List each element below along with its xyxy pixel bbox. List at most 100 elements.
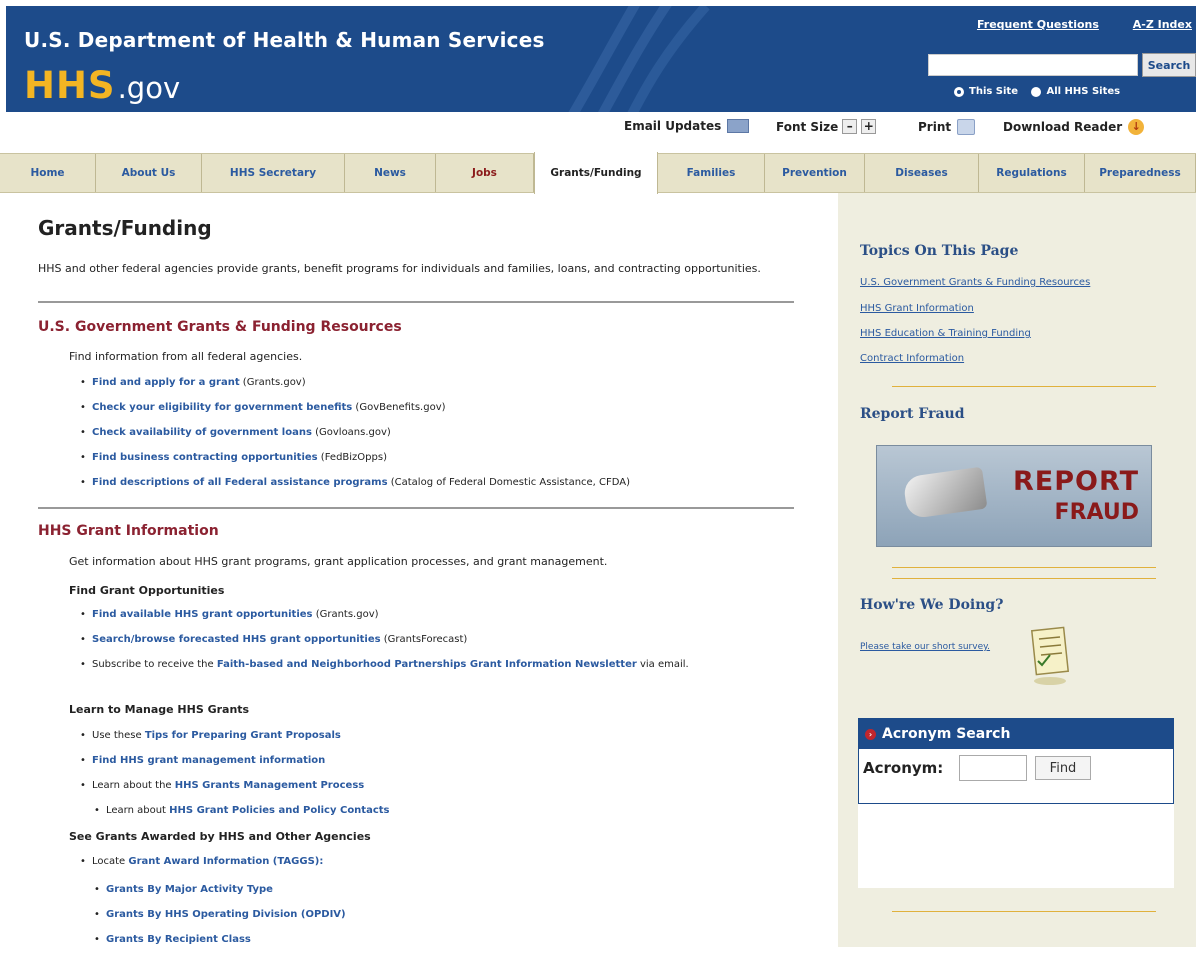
subheading-find-opportunities: Find Grant Opportunities [69,584,225,597]
list-link[interactable]: HHS Grants Management Process [175,780,364,791]
tab-families[interactable]: Families [658,154,765,192]
list-link[interactable]: Tips for Preparing Grant Proposals [145,730,341,741]
tab-regulations[interactable]: Regulations [979,154,1085,192]
logo-main: HHS [24,64,116,107]
print-link[interactable]: Print [918,119,976,135]
list-link[interactable]: Grants By Major Activity Type [106,884,273,895]
utility-bar: Email Updates Font Size – + Print Download… [0,119,1196,139]
list-link[interactable]: Find and apply for a grant [92,377,240,388]
site-header: U.S. Department of Health & Human Servic… [6,6,1196,112]
survey-checklist-icon[interactable] [1026,625,1076,687]
hhs-eagle-logo [568,6,710,112]
fraud-line2: FRAUD [1054,500,1139,525]
topic-link-hhs-grant-info[interactable]: HHS Grant Information [860,303,974,314]
printer-icon [957,119,976,135]
fraud-line1: REPORT [1013,466,1139,497]
list-link[interactable]: Check availability of government loans [92,427,312,438]
divider [892,911,1156,912]
list-item: Subscribe to receive the Faith-based and… [80,658,772,672]
acronym-search-widget: › Acronym Search Acronym: Find [858,718,1174,804]
print-label: Print [918,120,952,134]
search-scope: This Site All HHS Sites [954,86,1130,100]
list-item: Find descriptions of all Federal assista… [80,476,630,490]
list-link[interactable]: Grants By HHS Operating Division (OPDIV) [106,909,346,920]
topic-link-education-funding[interactable]: HHS Education & Training Funding [860,328,1031,339]
font-increase-button[interactable]: + [861,119,877,134]
font-size-label: Font Size [776,119,839,134]
font-size-control: Font Size – + [776,119,877,134]
list-link[interactable]: Find business contracting opportunities [92,452,318,463]
arrow-bullet-icon: › [865,728,876,740]
report-fraud-banner[interactable]: REPORT FRAUD [876,445,1152,547]
list-item: Search/browse forecasted HHS grant oppor… [80,633,772,647]
acronym-input[interactable] [959,755,1027,781]
list-item: Check your eligibility for government be… [80,401,630,415]
topic-link-us-grants[interactable]: U.S. Government Grants & Funding Resourc… [860,277,1090,288]
acronym-search-title: Acronym Search [882,726,1011,742]
list-link[interactable]: Search/browse forecasted HHS grant oppor… [92,634,381,645]
hhs-gov-logo[interactable]: HHS.gov [24,64,180,107]
list-item: Find HHS grant management information [80,754,364,768]
download-reader-link[interactable]: Download Reader ↓ [1003,119,1145,135]
list-item: Use these Tips for Preparing Grant Propo… [80,729,364,743]
survey-link[interactable]: Please take our short survey. [860,642,990,652]
tab-prevention[interactable]: Prevention [765,154,865,192]
email-updates-label: Email Updates [624,119,722,133]
tab-grants-funding[interactable]: Grants/Funding [534,152,658,194]
download-arrow-icon: ↓ [1128,119,1145,135]
page-title: Grants/Funding [38,216,212,240]
list-item: Learn about HHS Grant Policies and Polic… [94,804,390,818]
how-were-doing-heading: How're We Doing? [860,597,1004,613]
site-search-input[interactable] [928,54,1138,76]
search-button[interactable]: Search [1142,53,1196,77]
tab-preparedness[interactable]: Preparedness [1085,154,1196,192]
subheading-manage-grants: Learn to Manage HHS Grants [69,703,250,716]
divider [892,386,1156,387]
us-grants-list: Find and apply for a grant (Grants.gov) … [80,376,630,501]
list-item: Grants By Recipient Class [94,933,346,947]
tab-jobs[interactable]: Jobs [436,154,534,192]
list-note: (Grants.gov) [312,609,379,620]
right-sidebar: Topics On This Page U.S. Government Gran… [838,193,1196,947]
list-note: (Catalog of Federal Domestic Assistance,… [387,477,631,488]
a-z-index-link[interactable]: A-Z Index [1133,18,1192,31]
nested-policy-list: Learn about HHS Grant Policies and Polic… [94,804,390,829]
top-links: Frequent Questions A-Z Index [947,18,1192,31]
list-pre: Use these [92,730,145,741]
subheading-grants-awarded: See Grants Awarded by HHS and Other Agen… [69,830,371,843]
scope-all-hhs-sites[interactable]: All HHS Sites [1031,86,1120,97]
list-link[interactable]: HHS Grant Policies and Policy Contacts [169,805,389,816]
whistle-icon [902,466,988,520]
list-item: Find business contracting opportunities … [80,451,630,465]
list-note: via email. [636,659,689,670]
list-link[interactable]: Find available HHS grant opportunities [92,609,313,620]
tab-news[interactable]: News [345,154,436,192]
frequent-questions-link[interactable]: Frequent Questions [977,18,1099,31]
topic-link-contract-info[interactable]: Contract Information [860,353,964,364]
tab-hhs-secretary[interactable]: HHS Secretary [202,154,345,192]
acronym-results-area [858,804,1174,888]
scope-this-site[interactable]: This Site [954,86,1018,97]
agency-name: U.S. Department of Health & Human Servic… [24,28,545,52]
list-note: (GovBenefits.gov) [352,402,446,413]
font-decrease-button[interactable]: – [842,119,858,134]
logo-suffix: .gov [117,71,181,105]
list-link[interactable]: Find HHS grant management information [92,755,325,766]
tab-about-us[interactable]: About Us [96,154,202,192]
list-link[interactable]: Grant Award Information (TAGGS): [128,856,323,867]
list-link[interactable]: Check your eligibility for government be… [92,402,352,413]
section-title-us-grants: U.S. Government Grants & Funding Resourc… [38,319,402,335]
list-note: (Grants.gov) [239,377,306,388]
tab-diseases[interactable]: Diseases [865,154,979,192]
email-updates-link[interactable]: Email Updates [624,119,750,133]
list-pre: Learn about the [92,780,175,791]
list-note: (GrantsForecast) [380,634,468,645]
list-link[interactable]: Faith-based and Neighborhood Partnership… [217,659,637,670]
radio-selected-icon [954,86,964,97]
list-link[interactable]: Grants By Recipient Class [106,934,251,945]
list-link[interactable]: Find descriptions of all Federal assista… [92,477,388,488]
find-button[interactable]: Find [1035,756,1091,780]
list-item: Find and apply for a grant (Grants.gov) [80,376,630,390]
list-item: Grants By Major Activity Type [94,883,346,897]
tab-home[interactable]: Home [0,154,96,192]
